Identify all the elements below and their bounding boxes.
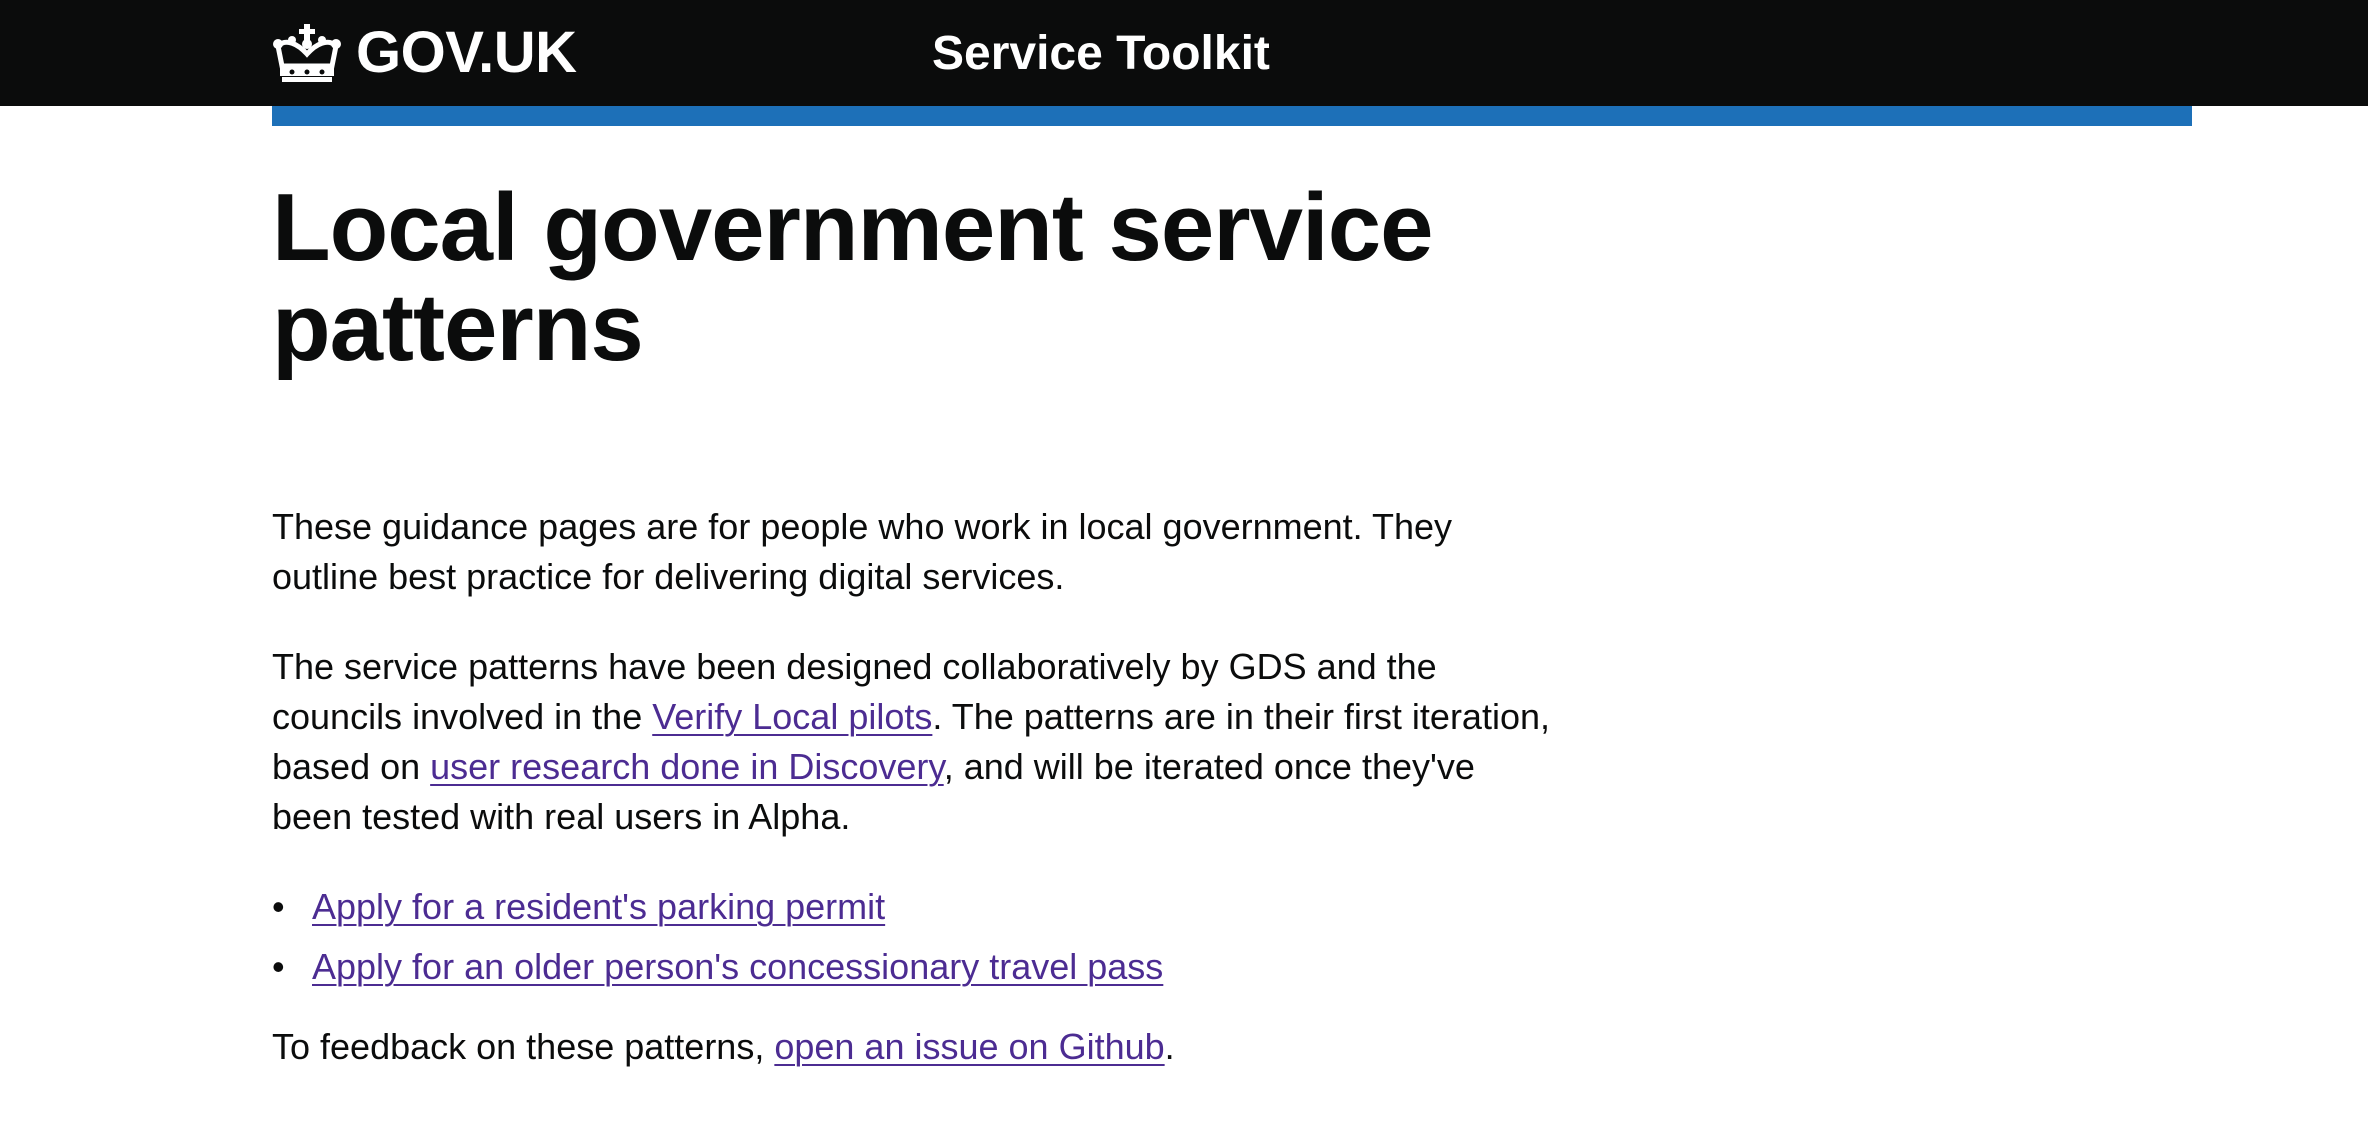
govuk-logo-link[interactable]: GOV.UK <box>272 20 577 85</box>
github-issue-link[interactable]: open an issue on Github <box>774 1026 1164 1067</box>
intro-paragraph: These guidance pages are for people who … <box>272 506 1453 597</box>
travel-pass-link[interactable]: Apply for an older person's concessionar… <box>312 946 1163 987</box>
main-content: Local government service patterns These … <box>272 126 1572 1072</box>
feedback-text: . <box>1164 1026 1175 1067</box>
crown-icon <box>273 24 341 82</box>
patterns-list: • Apply for a resident's parking permit … <box>272 882 1572 992</box>
header-accent-bar <box>272 106 2192 126</box>
list-item: • Apply for an older person's concession… <box>272 942 1572 992</box>
feedback-paragraph: To feedback on these patterns, open an i… <box>272 1022 1552 1072</box>
feedback-text: To feedback on these patterns, <box>272 1026 775 1067</box>
bullet-icon: • <box>272 946 285 987</box>
service-name-link[interactable]: Service Toolkit <box>932 0 1270 106</box>
patterns-description: The service patterns have been designed … <box>272 642 1552 842</box>
user-research-link[interactable]: user research done in Discovery <box>430 746 944 787</box>
verify-local-pilots-link[interactable]: Verify Local pilots <box>652 696 932 737</box>
page-title: Local government service patterns <box>272 174 1433 381</box>
header-logo-container: GOV.UK <box>272 0 577 106</box>
list-item: • Apply for a resident's parking permit <box>272 882 1572 932</box>
site-header: GOV.UK Service Toolkit <box>0 0 2368 106</box>
logo-text: GOV.UK <box>356 20 577 85</box>
bullet-icon: • <box>272 886 285 927</box>
parking-permit-link[interactable]: Apply for a resident's parking permit <box>312 886 885 927</box>
